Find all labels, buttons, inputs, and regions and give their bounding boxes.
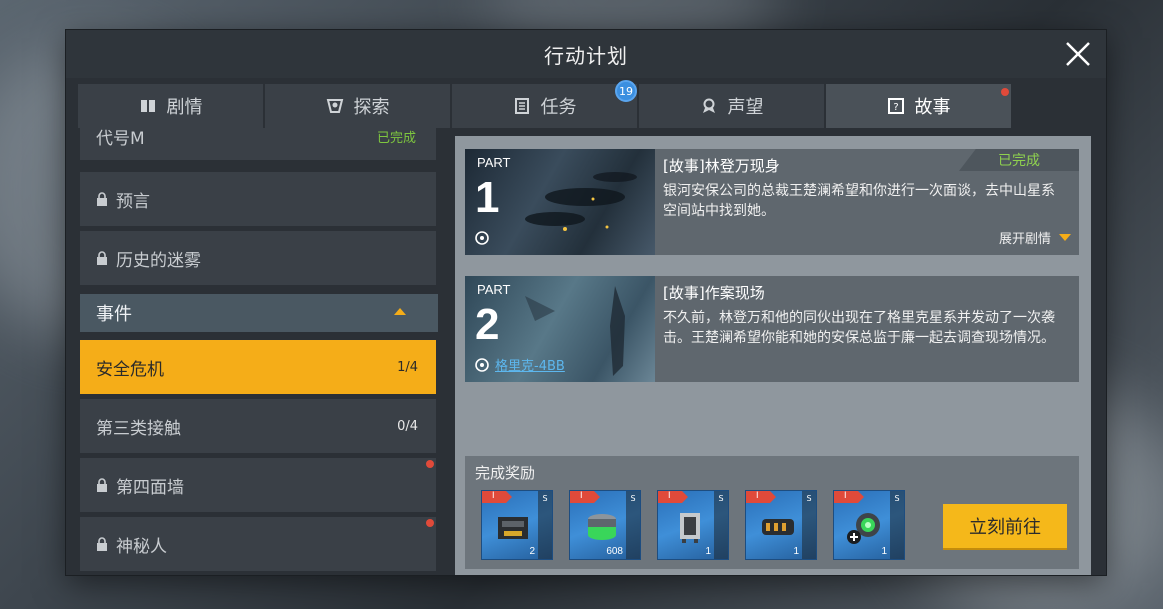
- item-quantity: 1: [793, 546, 799, 557]
- close-icon: [1066, 42, 1090, 66]
- list-item-label: 历史的迷雾: [116, 250, 201, 271]
- tier-tag: I: [746, 491, 776, 503]
- list-item-fourth-wall[interactable]: 第四面墙: [80, 458, 436, 512]
- alert-dot: [426, 519, 434, 527]
- tab-bar: 剧情 探索 任务 19 声望 ? 故事: [78, 80, 1013, 128]
- part-number: 1: [475, 173, 500, 222]
- grade-column: S: [890, 491, 904, 559]
- story-alert-dot: [1001, 88, 1009, 96]
- story-detail-panel: PART 1 [故事]林登万现身 已完成 银河安保公司的总裁王楚澜希望和你进行一…: [455, 136, 1091, 575]
- item-quantity: 1: [881, 546, 887, 557]
- rewards-label: 完成奖励: [475, 464, 536, 482]
- clipboard-icon: [514, 98, 529, 114]
- window-title: 行动计划: [544, 43, 628, 68]
- list-item-prophecy[interactable]: 预言: [80, 172, 436, 226]
- story-description: 银河安保公司的总裁王楚澜希望和你进行一次面谈，去中山星系空间站中找到她。: [663, 183, 1055, 219]
- completion-rewards: 完成奖励 I S 2 I S 608 I S 1 I S 1 I S 1 立刻前…: [465, 456, 1079, 569]
- tab-label: 故事: [914, 97, 951, 118]
- lock-icon: [97, 251, 107, 265]
- close-button[interactable]: [1062, 38, 1094, 70]
- list-item-third-contact[interactable]: 第三类接触 0/4: [80, 399, 436, 453]
- mech-part-icon: [680, 513, 700, 543]
- list-item-label: 第四面墙: [116, 477, 184, 498]
- tier-tag: I: [482, 491, 512, 503]
- go-now-button[interactable]: 立刻前往: [943, 504, 1067, 548]
- action-plan-window: 行动计划 剧情 探索 任务 19 声望 ? 故事 代号M 已完成 预言 历史的迷…: [66, 30, 1106, 575]
- reward-item[interactable]: I S 1: [745, 490, 817, 560]
- item-quantity: 2: [529, 546, 535, 557]
- reward-item[interactable]: I S 1: [833, 490, 905, 560]
- grade-column: S: [714, 491, 728, 559]
- lock-icon: [97, 192, 107, 206]
- tab-label: 剧情: [166, 97, 203, 118]
- grade-column: S: [802, 491, 816, 559]
- expand-label: 展开剧情: [998, 232, 1051, 247]
- grade-column: S: [626, 491, 640, 559]
- progress-count: 0/4: [397, 418, 418, 434]
- expand-story-button[interactable]: 展开剧情: [999, 228, 1071, 247]
- location-pin-icon: [475, 358, 489, 372]
- tab-label: 探索: [353, 97, 390, 118]
- story-card-part-2[interactable]: PART 2 格里克-4BB [故事]作案现场 不久前，林登万和他的同伙出现在了…: [465, 276, 1079, 382]
- list-item-label: 安全危机: [96, 359, 164, 380]
- alert-dot: [426, 460, 434, 468]
- completed-tag: 已完成: [959, 149, 1079, 171]
- completed-status: 已完成: [376, 130, 416, 146]
- tab-reputation[interactable]: 声望: [639, 84, 824, 128]
- tab-story[interactable]: ? 故事: [826, 84, 1011, 128]
- svg-text:?: ?: [893, 102, 898, 113]
- part-label: PART: [477, 155, 511, 170]
- list-item-code-m[interactable]: 代号M 已完成: [80, 128, 436, 160]
- book-icon: [140, 100, 155, 112]
- location-pin-icon: [475, 231, 489, 245]
- list-item-label: 预言: [116, 191, 150, 212]
- list-item-history-mist[interactable]: 历史的迷雾: [80, 231, 436, 285]
- title-bar: 行动计划: [66, 30, 1106, 78]
- tier-tag: I: [658, 491, 688, 503]
- reward-item[interactable]: I S 2: [481, 490, 553, 560]
- collapse-arrow-icon: [394, 308, 406, 315]
- green-canister-icon: [588, 514, 616, 540]
- lock-icon: [97, 537, 107, 551]
- medal-icon: [702, 98, 715, 113]
- list-item-security-crisis[interactable]: 安全危机 1/4: [80, 340, 436, 394]
- events-section-header[interactable]: 事件: [80, 294, 438, 332]
- tab-explore[interactable]: 探索: [265, 84, 450, 128]
- item-quantity: 608: [606, 546, 623, 557]
- item-quantity: 1: [705, 546, 711, 557]
- compass-icon: [326, 99, 343, 113]
- tier-tag: I: [834, 491, 864, 503]
- reward-item[interactable]: I S 1: [657, 490, 729, 560]
- story-title: [故事]林登万现身: [663, 157, 780, 175]
- part-number: 2: [475, 300, 500, 349]
- tab-label: 声望: [727, 97, 764, 118]
- story-card-part-1[interactable]: PART 1 [故事]林登万现身 已完成 银河安保公司的总裁王楚澜希望和你进行一…: [465, 149, 1079, 255]
- tab-plot[interactable]: 剧情: [78, 84, 263, 128]
- part-label: PART: [477, 282, 511, 297]
- tab-label: 任务: [540, 97, 577, 118]
- mission-count-badge: 19: [615, 80, 637, 102]
- story-description: 不久前，林登万和他的同伙出现在了格里克星系并发动了一次袭击。王楚澜希望你能和她的…: [663, 310, 1055, 346]
- grade-column: S: [538, 491, 552, 559]
- list-item-mysterious-man[interactable]: 神秘人: [80, 517, 436, 571]
- story-list: 代号M 已完成 预言 历史的迷雾 事件 安全危机 1/4 第三类接触 0/4 第…: [80, 128, 440, 575]
- list-item-label: 第三类接触: [96, 418, 181, 439]
- list-item-label: 神秘人: [116, 536, 167, 557]
- reward-item[interactable]: I S 608: [569, 490, 641, 560]
- story-title: [故事]作案现场: [663, 284, 765, 302]
- section-label: 事件: [96, 304, 132, 325]
- tier-tag: I: [570, 491, 600, 503]
- list-item-label: 代号M: [96, 128, 145, 149]
- armor-module-icon: [498, 517, 528, 539]
- tab-missions[interactable]: 任务 19: [452, 80, 637, 128]
- engine-icon: [762, 519, 794, 535]
- expand-arrow-icon: [1059, 234, 1071, 241]
- story-icon: ?: [887, 98, 904, 114]
- green-core-icon: [847, 513, 880, 544]
- lock-icon: [97, 478, 107, 492]
- progress-count: 1/4: [397, 359, 418, 375]
- location-link[interactable]: 格里克-4BB: [495, 355, 565, 374]
